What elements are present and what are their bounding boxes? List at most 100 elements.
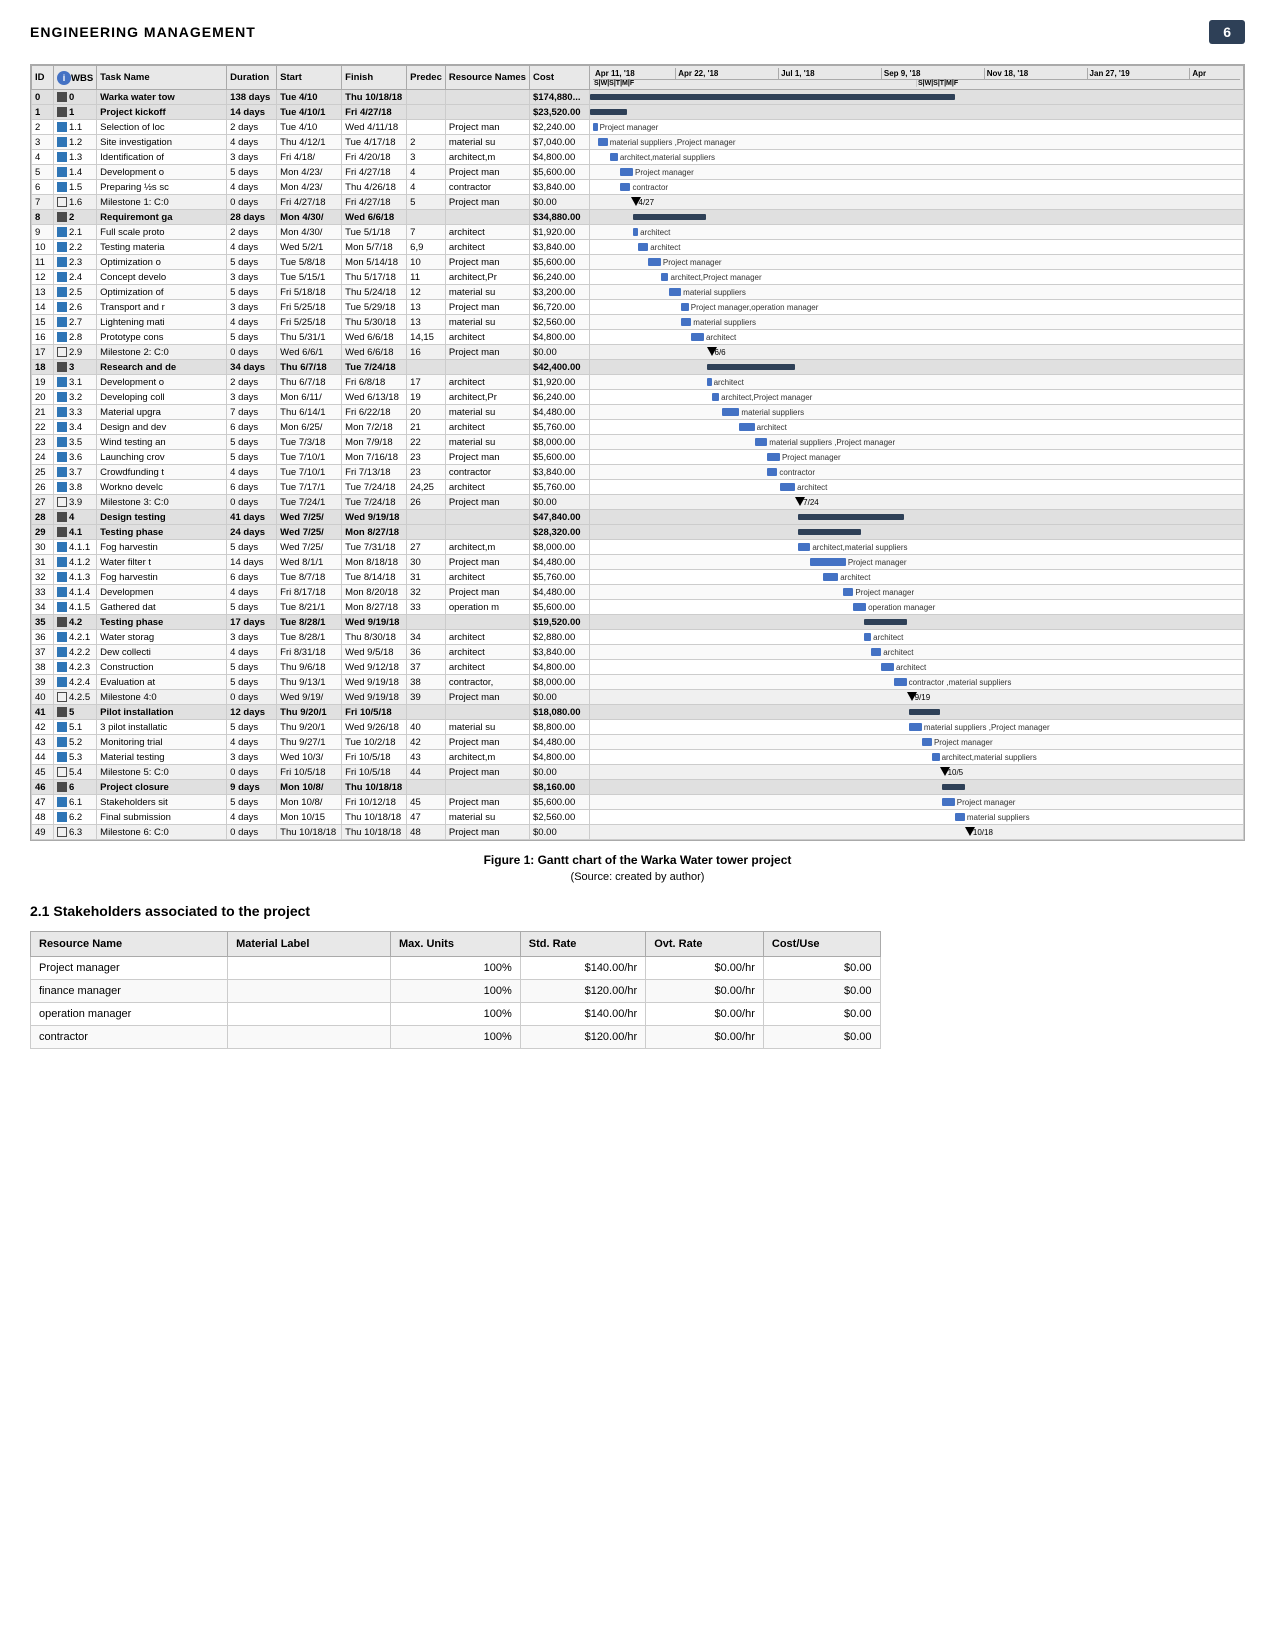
cell-start: Tue 7/10/1 [277, 450, 342, 465]
cell-finish: Wed 9/5/18 [342, 645, 407, 660]
table-row: 14 2.6 Transport and r 3 days Fri 5/25/1… [32, 300, 1244, 315]
info-icon[interactable]: i [57, 71, 71, 85]
cell-finish: Fri 10/5/18 [342, 750, 407, 765]
cell-taskname: Milestone 4:0 [97, 690, 227, 705]
cell-taskname: Material upgra [97, 405, 227, 420]
gantt-bar-shape [942, 798, 955, 806]
gantt-bar-shape [894, 678, 907, 686]
resource-ovtrate: $0.00/hr [646, 1003, 764, 1026]
cell-cost: $2,560.00 [529, 810, 589, 825]
cell-finish: Tue 7/31/18 [342, 540, 407, 555]
date-header-7: Apr [1190, 68, 1240, 79]
cell-cost: $5,600.00 [529, 795, 589, 810]
cell-resource: architect [445, 420, 529, 435]
cell-duration: 4 days [227, 735, 277, 750]
cell-finish: Mon 8/27/18 [342, 525, 407, 540]
cell-resource: Project man [445, 195, 529, 210]
cell-finish: Mon 7/16/18 [342, 450, 407, 465]
cell-cost: $4,800.00 [529, 750, 589, 765]
gantt-bar-shape [798, 543, 811, 551]
wbs-normal-icon [57, 437, 67, 447]
resource-col-header: Ovt. Rate [646, 932, 764, 957]
cell-predec: 13 [407, 315, 446, 330]
table-row: 2 1.1 Selection of loc 2 days Tue 4/10 W… [32, 120, 1244, 135]
gantt-bar-shape [909, 723, 922, 731]
gantt-bar-label: architect [650, 243, 680, 252]
cell-wbs: 3.5 [54, 435, 97, 450]
gantt-bar-shape [767, 453, 780, 461]
cell-duration: 0 days [227, 195, 277, 210]
cell-taskname: Optimization of [97, 285, 227, 300]
cell-finish: Mon 8/20/18 [342, 585, 407, 600]
gantt-bar-label: Project manager [635, 168, 694, 177]
cell-predec: 5 [407, 195, 446, 210]
table-row: 36 4.2.1 Water storag 3 days Tue 8/28/1 … [32, 630, 1244, 645]
cell-cost: $23,520.00 [529, 105, 589, 120]
cell-gantt: Project manager,operation manager [589, 300, 1243, 315]
cell-predec: 48 [407, 825, 446, 840]
cell-id: 19 [32, 375, 54, 390]
cell-gantt: architect [589, 330, 1243, 345]
cell-duration: 14 days [227, 105, 277, 120]
cell-id: 44 [32, 750, 54, 765]
gantt-bar-label: Project manager [782, 453, 841, 462]
wbs-normal-icon [57, 287, 67, 297]
gantt-bar-label: architect,material suppliers [942, 753, 1037, 762]
table-row: 3 1.2 Site investigation 4 days Thu 4/12… [32, 135, 1244, 150]
wbs-normal-icon [57, 302, 67, 312]
cell-start: Wed 6/6/1 [277, 345, 342, 360]
resource-label [228, 1003, 391, 1026]
cell-resource [445, 780, 529, 795]
cell-cost: $2,240.00 [529, 120, 589, 135]
cell-taskname: Fog harvestin [97, 540, 227, 555]
gantt-bar-shape [669, 288, 682, 296]
cell-cost: $47,840.00 [529, 510, 589, 525]
gantt-bar-shape [620, 183, 630, 191]
cell-resource [445, 525, 529, 540]
cell-cost: $0.00 [529, 825, 589, 840]
cell-taskname: Milestone 5: C:0 [97, 765, 227, 780]
gantt-bar-shape [590, 109, 627, 115]
resource-name: contractor [31, 1026, 228, 1049]
cell-start: Tue 7/3/18 [277, 435, 342, 450]
cell-taskname: Wind testing an [97, 435, 227, 450]
cell-taskname: Site investigation [97, 135, 227, 150]
cell-taskname: Dew collecti [97, 645, 227, 660]
cell-gantt: material suppliers [589, 315, 1243, 330]
cell-finish: Wed 9/19/18 [342, 510, 407, 525]
cell-gantt: Project manager [589, 120, 1243, 135]
table-row: 20 3.2 Developing coll 3 days Mon 6/11/ … [32, 390, 1244, 405]
resource-table-row: contractor 100% $120.00/hr $0.00/hr $0.0… [31, 1026, 881, 1049]
cell-duration: 5 days [227, 330, 277, 345]
cell-finish: Wed 6/13/18 [342, 390, 407, 405]
resource-stdrate: $120.00/hr [520, 1026, 645, 1049]
resource-name: operation manager [31, 1003, 228, 1026]
cell-predec [407, 780, 446, 795]
cell-gantt: architect [589, 420, 1243, 435]
cell-finish: Wed 6/6/18 [342, 345, 407, 360]
cell-gantt: contractor ,material suppliers [589, 675, 1243, 690]
cell-predec: 23 [407, 450, 446, 465]
gantt-milestone-label: 10/18 [973, 828, 993, 837]
cell-cost: $4,480.00 [529, 555, 589, 570]
cell-taskname: Project closure [97, 780, 227, 795]
resource-stdrate: $140.00/hr [520, 957, 645, 980]
cell-start: Mon 4/30/ [277, 225, 342, 240]
cell-duration: 41 days [227, 510, 277, 525]
gantt-bar-shape [767, 468, 777, 476]
cell-taskname: Warka water tow [97, 90, 227, 105]
cell-predec [407, 360, 446, 375]
table-row: 15 2.7 Lightening mati 4 days Fri 5/25/1… [32, 315, 1244, 330]
cell-id: 36 [32, 630, 54, 645]
cell-wbs: 1.2 [54, 135, 97, 150]
cell-wbs: 5 [54, 705, 97, 720]
cell-gantt: material suppliers ,Project manager [589, 135, 1243, 150]
cell-gantt: material suppliers ,Project manager [589, 435, 1243, 450]
cell-duration: 5 days [227, 450, 277, 465]
cell-id: 40 [32, 690, 54, 705]
cell-finish: Thu 10/18/18 [342, 90, 407, 105]
cell-cost: $5,600.00 [529, 600, 589, 615]
date-header-3: Jul 1, '18 [779, 68, 882, 79]
cell-resource: architect,m [445, 750, 529, 765]
wbs-normal-icon [57, 242, 67, 252]
